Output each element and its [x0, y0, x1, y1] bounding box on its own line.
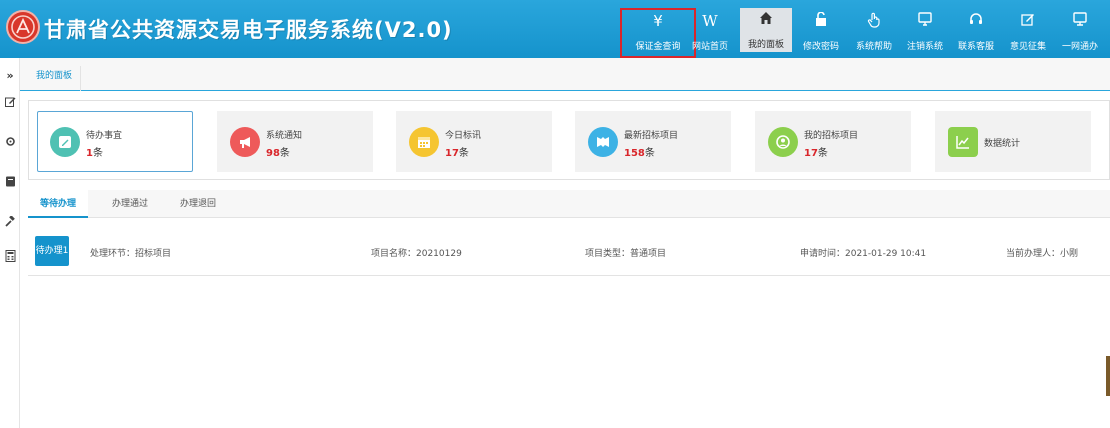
card-title: 待办事宜	[86, 131, 123, 141]
nav-one-network[interactable]: 一网通办	[1054, 0, 1106, 58]
nav-logout[interactable]: 注销系统	[899, 0, 951, 58]
card-count: 1条	[86, 148, 103, 159]
task-project-name: 项目名称：20210129	[371, 249, 462, 259]
tab-my-panel[interactable]: 我的面板	[28, 66, 82, 91]
logo-icon	[6, 10, 40, 44]
left-rail: »	[0, 58, 20, 428]
task-apply-time: 申请时间：2021-01-29 10:41	[800, 249, 927, 259]
rail-gavel-icon[interactable]	[4, 215, 16, 228]
nav-change-password[interactable]: 修改密码	[795, 0, 847, 58]
desktop-icon	[1071, 12, 1089, 30]
card-my-tenders[interactable]: 我的招标项目 17条	[755, 111, 911, 172]
nav-label: 注销系统	[906, 42, 943, 52]
task-tabs: 等待办理 办理通过 办理退回	[28, 190, 1110, 218]
headset-icon	[967, 12, 985, 30]
task-status-badge[interactable]: 待办理1	[35, 236, 69, 266]
card-count: 158条	[624, 148, 655, 159]
card-today-bids[interactable]: 今日标讯 17条	[396, 111, 552, 172]
scroll-edge-marker	[1106, 356, 1110, 396]
bookmark-icon	[588, 127, 618, 157]
rail-edit-icon[interactable]	[4, 96, 16, 108]
nav-contact-support[interactable]: 联系客服	[950, 0, 1002, 58]
stat-cards-panel: 待办事宜 1条 系统通知 98条 今日标讯 17条 最新招标项目 158条 我的…	[28, 100, 1110, 180]
card-title: 今日标讯	[445, 131, 482, 141]
pencil-icon	[50, 127, 80, 157]
rail-book-icon[interactable]	[4, 176, 16, 188]
expand-rail-icon[interactable]: »	[4, 70, 16, 82]
card-title: 最新招标项目	[624, 131, 679, 141]
app-title: 甘肃省公共资源交易电子服务系统(V2.0)	[44, 18, 453, 42]
nav-my-panel[interactable]: 我的面板	[740, 8, 792, 52]
hand-pointer-icon	[865, 12, 883, 30]
tab-returned[interactable]: 办理退回	[180, 190, 216, 218]
page-tab-bar: 我的面板	[20, 58, 1110, 91]
nav-label: 系统帮助	[855, 42, 892, 52]
card-title: 我的招标项目	[804, 131, 859, 141]
card-data-statistics[interactable]: 数据统计	[935, 111, 1091, 172]
yen-icon: ¥	[653, 12, 663, 30]
nav-label: 保证金查询	[635, 42, 681, 52]
nav-label: 我的面板	[747, 40, 784, 50]
card-title: 数据统计	[984, 139, 1021, 149]
user-circle-icon	[768, 127, 798, 157]
nav-label: 意见征集	[1009, 42, 1046, 52]
card-latest-tenders[interactable]: 最新招标项目 158条	[575, 111, 731, 172]
edit-icon	[1019, 12, 1037, 30]
nav-label: 一网通办	[1061, 42, 1098, 52]
top-header: 甘肃省公共资源交易电子服务系统(V2.0) ¥ 保证金查询 W 网站首页 我的面…	[0, 0, 1110, 58]
task-step: 处理环节：招标项目	[90, 249, 172, 259]
w-icon: W	[702, 12, 718, 30]
task-project-type: 项目类型：普通项目	[585, 249, 667, 259]
nav-website-home[interactable]: W 网站首页	[684, 0, 736, 58]
task-handler: 当前办理人：小刚	[1006, 249, 1079, 259]
nav-system-help[interactable]: 系统帮助	[848, 0, 900, 58]
card-title: 系统通知	[266, 131, 303, 141]
task-row[interactable]: 待办理1 处理环节：招标项目 项目名称：20210129 项目类型：普通项目 申…	[28, 228, 1110, 276]
chart-icon	[948, 127, 978, 157]
unlock-icon	[812, 11, 830, 30]
card-system-notices[interactable]: 系统通知 98条	[217, 111, 373, 172]
nav-label: 修改密码	[802, 42, 839, 52]
monitor-icon	[916, 12, 934, 30]
card-count: 98条	[266, 148, 290, 159]
nav-label: 网站首页	[691, 42, 728, 52]
card-count: 17条	[804, 148, 828, 159]
card-count: 17条	[445, 148, 469, 159]
rail-calculator-icon[interactable]	[4, 250, 16, 262]
calendar-icon	[409, 127, 439, 157]
rail-settings-icon[interactable]	[4, 136, 16, 148]
nav-feedback[interactable]: 意见征集	[1002, 0, 1054, 58]
card-pending-items[interactable]: 待办事宜 1条	[37, 111, 193, 172]
home-icon	[757, 11, 775, 29]
nav-deposit-query[interactable]: ¥ 保证金查询	[632, 0, 684, 58]
tab-awaiting[interactable]: 等待办理	[28, 190, 89, 218]
tab-approved[interactable]: 办理通过	[112, 190, 148, 218]
megaphone-icon	[230, 127, 260, 157]
nav-label: 联系客服	[957, 42, 994, 52]
